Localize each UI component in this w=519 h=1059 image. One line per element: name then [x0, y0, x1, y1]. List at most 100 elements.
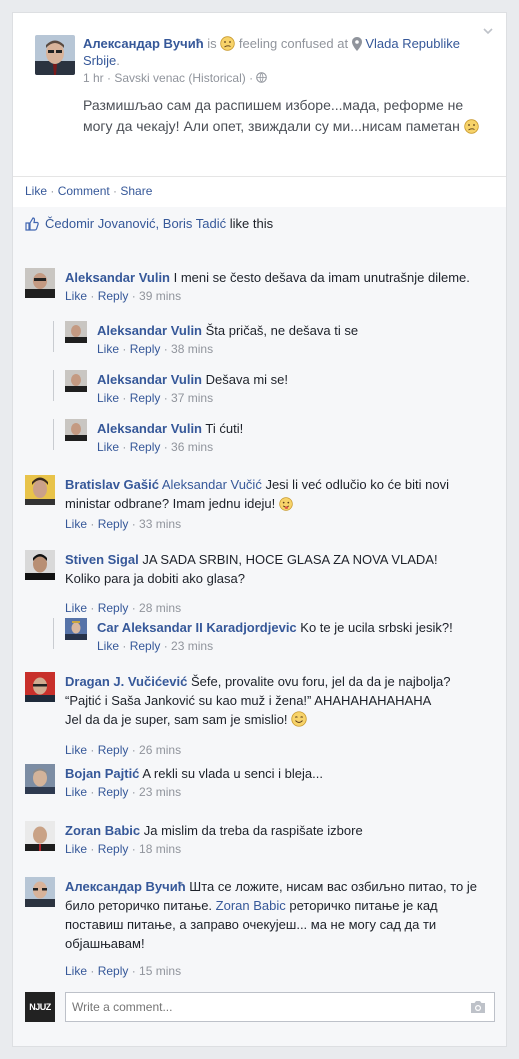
post-author[interactable]: Александар Вучић: [83, 36, 204, 51]
comment-author[interactable]: Александар Вучић: [65, 879, 186, 894]
share-button[interactable]: Share: [120, 184, 152, 198]
post-location[interactable]: Savski venac (Historical): [114, 71, 245, 85]
reply-rail: [53, 618, 54, 649]
comment-time[interactable]: 28 mins: [139, 601, 181, 615]
sep: ·: [87, 517, 98, 531]
comment-mention[interactable]: Aleksandar Vučić: [162, 477, 262, 492]
comment-reply-button[interactable]: Reply: [98, 842, 129, 856]
commenter-avatar[interactable]: [25, 764, 55, 794]
comment-like-button[interactable]: Like: [65, 842, 87, 856]
sep: ·: [119, 391, 130, 405]
comment-body-line-3: Jel da da je super, sam sam je smislio!: [65, 712, 288, 727]
comment-composer[interactable]: [65, 992, 495, 1022]
comment-reply-button[interactable]: Reply: [98, 601, 129, 615]
comment-like-button[interactable]: Like: [97, 440, 119, 454]
reply-comment: Aleksandar Vulin Ti ćuti! Like · Reply ·…: [65, 419, 495, 459]
comment-time[interactable]: 26 mins: [139, 743, 181, 757]
comment-time[interactable]: 23 mins: [171, 639, 213, 653]
post-header-text: Александар Вучић is feeling confused at …: [83, 35, 473, 69]
comment-like-button[interactable]: Like: [65, 289, 87, 303]
comment-reply-button[interactable]: Reply: [98, 964, 129, 978]
comment-author[interactable]: Aleksandar Vulin: [65, 270, 170, 285]
commenter-avatar[interactable]: [25, 821, 55, 851]
comment-time[interactable]: 33 mins: [139, 517, 181, 531]
comment-like-button[interactable]: Like: [65, 964, 87, 978]
comment-like-button[interactable]: Like: [65, 785, 87, 799]
comment-like-button[interactable]: Like: [65, 601, 87, 615]
comment-actions: Like · Reply · 23 mins: [97, 639, 213, 653]
feeling-text: feeling confused: [238, 36, 334, 51]
likes-suffix: like this: [226, 216, 274, 231]
comment-text: Dragan J. Vučićević Šefe, provalite ovu …: [65, 672, 495, 729]
comment-author[interactable]: Car Aleksandar II Karadjordjevic: [97, 620, 297, 635]
comment-actions: Like · Reply · 15 mins: [65, 964, 181, 978]
comment-reply-button[interactable]: Reply: [130, 342, 161, 356]
commenter-avatar[interactable]: [65, 419, 87, 441]
commenter-avatar[interactable]: [25, 268, 55, 298]
comment-reply-button[interactable]: Reply: [130, 440, 161, 454]
camera-icon[interactable]: [470, 1000, 486, 1014]
comment-actions: Like · Reply · 39 mins: [65, 289, 181, 303]
comment-text: Stiven Sigal JA SADA SRBIN, HOCE GLASA Z…: [65, 550, 460, 588]
comment-like-button[interactable]: Like: [97, 391, 119, 405]
sep: ·: [128, 517, 140, 531]
comment-author[interactable]: Aleksandar Vulin: [97, 323, 202, 338]
comment-body: Dešava mi se!: [205, 372, 288, 387]
commenter-avatar[interactable]: [25, 877, 55, 907]
commenter-avatar[interactable]: [65, 618, 87, 640]
comment-like-button[interactable]: Like: [65, 517, 87, 531]
likers-names[interactable]: Čedomir Jovanović, Boris Tadić: [45, 216, 226, 231]
comment-reply-button[interactable]: Reply: [98, 743, 129, 757]
is-text: is: [207, 36, 217, 51]
comment-author[interactable]: Bojan Pajtić: [65, 766, 139, 781]
comment-button[interactable]: Comment: [58, 184, 110, 198]
like-button[interactable]: Like: [25, 184, 47, 198]
comment-like-button[interactable]: Like: [65, 743, 87, 757]
comment-time[interactable]: 18 mins: [139, 842, 181, 856]
comment-reply-button[interactable]: Reply: [98, 289, 129, 303]
comment-mention[interactable]: Zoran Babic: [216, 898, 286, 913]
comment-reply-button[interactable]: Reply: [98, 517, 129, 531]
likes-summary: Čedomir Jovanović, Boris Tadić like this: [25, 216, 273, 231]
comment-author[interactable]: Aleksandar Vulin: [97, 421, 202, 436]
comment-like-button[interactable]: Like: [97, 639, 119, 653]
comment-text: Bratislav Gašić Aleksandar Vučić Jesi li…: [65, 475, 495, 513]
sep: ·: [128, 842, 140, 856]
sep: ·: [87, 964, 98, 978]
composer-avatar-text: NJUZ: [29, 1002, 51, 1012]
reply-rail: [53, 321, 54, 352]
comment-text: Aleksandar Vulin Ti ćuti!: [97, 419, 495, 438]
chevron-down-icon[interactable]: [482, 25, 494, 37]
comment-author[interactable]: Stiven Sigal: [65, 552, 139, 567]
comment-time[interactable]: 15 mins: [139, 964, 181, 978]
at-text: at: [337, 36, 349, 51]
commenter-avatar[interactable]: [65, 370, 87, 392]
post-meta: 1 hr · Savski venac (Historical) ·: [83, 71, 268, 85]
comment: Stiven Sigal JA SADA SRBIN, HOCE GLASA Z…: [25, 550, 495, 615]
smile-emoji-icon: [291, 711, 307, 727]
comment-author[interactable]: Zoran Babic: [65, 823, 140, 838]
comment-time[interactable]: 39 mins: [139, 289, 181, 303]
commenter-avatar[interactable]: [65, 321, 87, 343]
commenter-avatar[interactable]: [25, 672, 55, 702]
comment-text: Car Aleksandar II Karadjordjevic Ko te j…: [97, 618, 495, 637]
post-time[interactable]: 1 hr: [83, 71, 104, 85]
location-pin-icon: [351, 37, 362, 51]
comment-reply-button[interactable]: Reply: [98, 785, 129, 799]
comment-input[interactable]: [66, 993, 456, 1021]
comment-time[interactable]: 23 mins: [139, 785, 181, 799]
composer-avatar[interactable]: NJUZ: [25, 992, 55, 1022]
comment-reply-button[interactable]: Reply: [130, 391, 161, 405]
comment-author[interactable]: Bratislav Gašić: [65, 477, 159, 492]
author-avatar[interactable]: [35, 35, 75, 75]
commenter-avatar[interactable]: [25, 475, 55, 505]
comment-author[interactable]: Aleksandar Vulin: [97, 372, 202, 387]
comment-time[interactable]: 38 mins: [171, 342, 213, 356]
comment-text: Aleksandar Vulin Šta pričaš, ne dešava t…: [97, 321, 495, 340]
comment-like-button[interactable]: Like: [97, 342, 119, 356]
comment-author[interactable]: Dragan J. Vučićević: [65, 674, 187, 689]
comment-reply-button[interactable]: Reply: [130, 639, 161, 653]
comment-time[interactable]: 36 mins: [171, 440, 213, 454]
commenter-avatar[interactable]: [25, 550, 55, 580]
comment-time[interactable]: 37 mins: [171, 391, 213, 405]
